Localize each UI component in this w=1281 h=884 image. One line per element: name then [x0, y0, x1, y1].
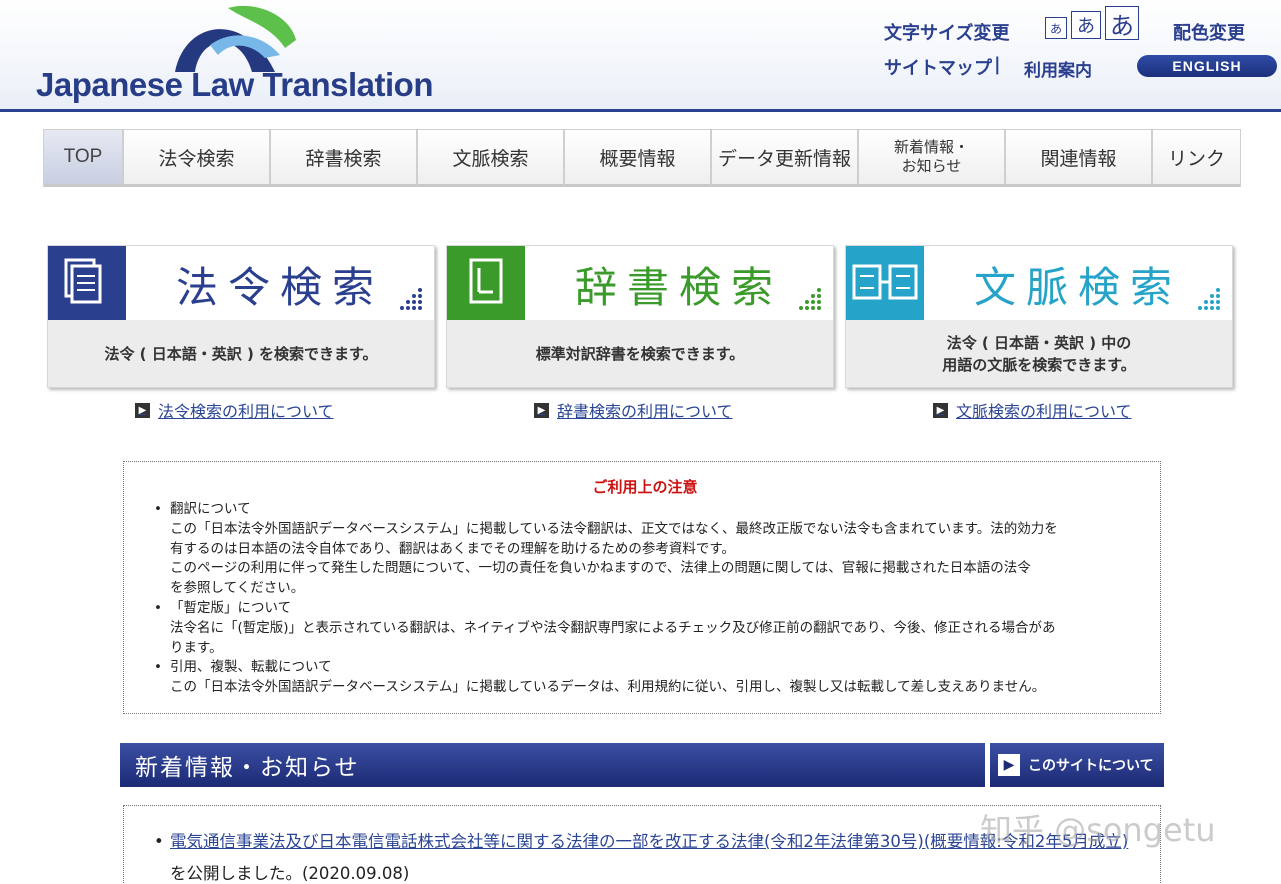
list-item: 翻訳について この「日本法令外国語訳データベースシステム」に掲載している法令翻訳… [150, 500, 1140, 599]
usage-guide-link[interactable]: 利用案内 [1024, 56, 1092, 81]
card-title: 法令検索 [175, 263, 384, 312]
main-nav: TOP 法令検索 辞書検索 文脈検索 概要情報 データ更新情報 新着情報・ お知… [43, 129, 1241, 187]
link-text[interactable]: 法令検索の利用について [158, 398, 334, 422]
card-title: 文脈検索 [973, 263, 1182, 312]
notice-item-line: この「日本法令外国語訳データベースシステム」に掲載している法令翻訳は、正文ではな… [170, 520, 1058, 537]
arrow-right-icon: ▶ [534, 402, 549, 418]
tab-news[interactable]: 新着情報・ お知らせ [858, 129, 1005, 187]
dictionary-search-usage-link[interactable]: ▶ 辞書検索の利用について [534, 398, 733, 422]
list-item: 「暫定版」について 法令名に「(暫定版)」と表示されている翻訳は、ネイティブや法… [150, 599, 1140, 658]
arrow-right-icon: ▶ [135, 402, 150, 418]
link-text[interactable]: 辞書検索の利用について [557, 398, 733, 422]
dictionary-search-card[interactable]: 辞書検索 標準対訳辞書を検索できます。 [446, 245, 834, 388]
law-search-usage-link[interactable]: ▶ 法令検索の利用について [135, 398, 334, 422]
list-item: 引用、複製、転載について この「日本法令外国語訳データベースシステム」に掲載して… [150, 658, 1140, 698]
header-separator: | [994, 54, 1001, 75]
link-text[interactable]: 文脈検索の利用について [956, 398, 1132, 422]
notice-item-head: 翻訳について [170, 501, 251, 517]
tab-context-search[interactable]: 文脈検索 [417, 129, 564, 187]
notice-item-line: 有するのは日本語の法令自体であり、翻訳はあくまでその理解を助けるための参考資料で… [170, 540, 735, 557]
notice-list: 翻訳について この「日本法令外国語訳データベースシステム」に掲載している法令翻訳… [150, 500, 1140, 698]
tab-related-info[interactable]: 関連情報 [1005, 129, 1152, 187]
notice-item-head: 引用、複製、転載について [170, 659, 332, 676]
tab-law-search[interactable]: 法令検索 [123, 129, 270, 187]
site-logo[interactable]: Japanese Law Translation [36, 66, 434, 104]
book-icon [447, 246, 525, 320]
context-search-card[interactable]: 文脈検索 法令 ( 日本語・英訳 ) 中の 用語の文脈を検索できます。 [845, 245, 1233, 388]
about-site-label: このサイトについて [1028, 758, 1154, 774]
sitemap-link[interactable]: サイトマップ [884, 54, 992, 80]
watermark: 知乎 @songetu [980, 811, 1216, 849]
tab-data-updates[interactable]: データ更新情報 [711, 129, 858, 187]
notice-item-line: ります。 [170, 639, 223, 656]
context-icon [846, 246, 924, 320]
card-header: 辞書検索 [447, 246, 833, 320]
notice-item-line: このページの利用に伴って発生した問題について、一切の責任を負いかねますので、法律… [170, 560, 1031, 577]
tab-overview[interactable]: 概要情報 [564, 129, 711, 187]
font-size-change-label: 文字サイズ変更 [884, 23, 1010, 44]
dots-icon [400, 288, 422, 310]
document-icon [48, 246, 126, 320]
font-size-medium-button[interactable]: あ [1071, 11, 1101, 39]
news-item-suffix: を公開しました。(2020.09.08) [170, 864, 410, 883]
font-size-large-button[interactable]: あ [1105, 6, 1139, 40]
tab-dictionary-search[interactable]: 辞書検索 [270, 129, 417, 187]
color-change-link[interactable]: 配色変更 [1173, 19, 1245, 45]
tab-top[interactable]: TOP [43, 129, 123, 187]
logo-arc-icon [175, 5, 296, 72]
card-header: 文脈検索 [846, 246, 1232, 320]
card-description: 法令 ( 日本語・英訳 ) 中の 用語の文脈を検索できます。 [942, 333, 1136, 374]
arrow-right-icon: ▶ [998, 754, 1020, 776]
font-size-small-button[interactable]: あ [1045, 17, 1067, 39]
notice-item-line: 法令名に「(暫定版)」と表示されている翻訳は、ネイティブや法令翻訳専門家によるチ… [170, 619, 1056, 636]
notice-item-head: 「暫定版」について [170, 599, 292, 616]
notice-item-line: を参照してください。 [170, 580, 305, 597]
card-description: 法令 ( 日本語・英訳 ) を検索できます。 [104, 344, 378, 363]
english-button[interactable]: ENGLISH [1137, 55, 1277, 77]
card-description: 標準対訳辞書を検索できます。 [535, 344, 745, 363]
site-header: Japanese Law Translation 文字サイズ変更 あ あ あ 配… [0, 0, 1281, 112]
about-site-button[interactable]: ▶ このサイトについて [990, 743, 1164, 787]
notice-title: ご利用上の注意 [592, 478, 698, 496]
dots-icon [799, 288, 821, 310]
arrow-right-icon: ▶ [933, 402, 948, 418]
context-search-usage-link[interactable]: ▶ 文脈検索の利用について [933, 398, 1132, 422]
usage-notice: ご利用上の注意 翻訳について この「日本法令外国語訳データベースシステム」に掲載… [123, 461, 1161, 714]
law-search-card[interactable]: 法令検索 法令 ( 日本語・英訳 ) を検索できます。 [47, 245, 435, 388]
news-header: 新着情報・お知らせ [120, 743, 985, 787]
card-header: 法令検索 [48, 246, 434, 320]
notice-item-line: この「日本法令外国語訳データベースシステム」に掲載しているデータは、利用規約に従… [170, 679, 1046, 696]
tab-links[interactable]: リンク [1152, 129, 1241, 187]
dots-icon [1198, 288, 1220, 310]
card-title: 辞書検索 [574, 263, 783, 312]
